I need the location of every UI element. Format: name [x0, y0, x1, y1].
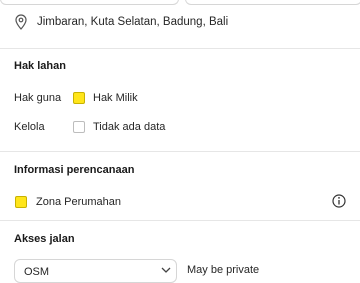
- kelola-label: Kelola: [14, 121, 45, 133]
- info-icon[interactable]: [332, 194, 346, 208]
- road-access-note: May be private: [187, 264, 260, 276]
- divider: [0, 48, 360, 49]
- planning-title: Informasi perencanaan: [14, 164, 135, 176]
- divider: [0, 220, 360, 221]
- road-access-title: Akses jalan: [14, 233, 75, 245]
- zona-perumahan-swatch: [15, 196, 27, 208]
- tidak-ada-data-label: Tidak ada data: [93, 121, 166, 133]
- hak-milik-label: Hak Milik: [93, 92, 138, 104]
- land-rights-title: Hak lahan: [14, 60, 66, 72]
- road-access-select-value: OSM: [24, 266, 50, 278]
- top-right-field[interactable]: [185, 0, 360, 5]
- location-text: Jimbaran, Kuta Selatan, Badung, Bali: [37, 16, 229, 28]
- top-left-field[interactable]: [0, 0, 179, 5]
- hak-milik-checkbox[interactable]: [73, 92, 85, 104]
- zona-perumahan-label: Zona Perumahan: [36, 196, 121, 208]
- tidak-ada-data-checkbox[interactable]: [73, 121, 85, 133]
- chevron-down-icon: [161, 267, 171, 273]
- hak-guna-label: Hak guna: [14, 92, 62, 104]
- road-access-select[interactable]: OSM: [14, 259, 177, 283]
- location-pin-icon: [15, 14, 27, 30]
- divider: [0, 151, 360, 152]
- location-row: Jimbaran, Kuta Selatan, Badung, Bali: [14, 13, 228, 31]
